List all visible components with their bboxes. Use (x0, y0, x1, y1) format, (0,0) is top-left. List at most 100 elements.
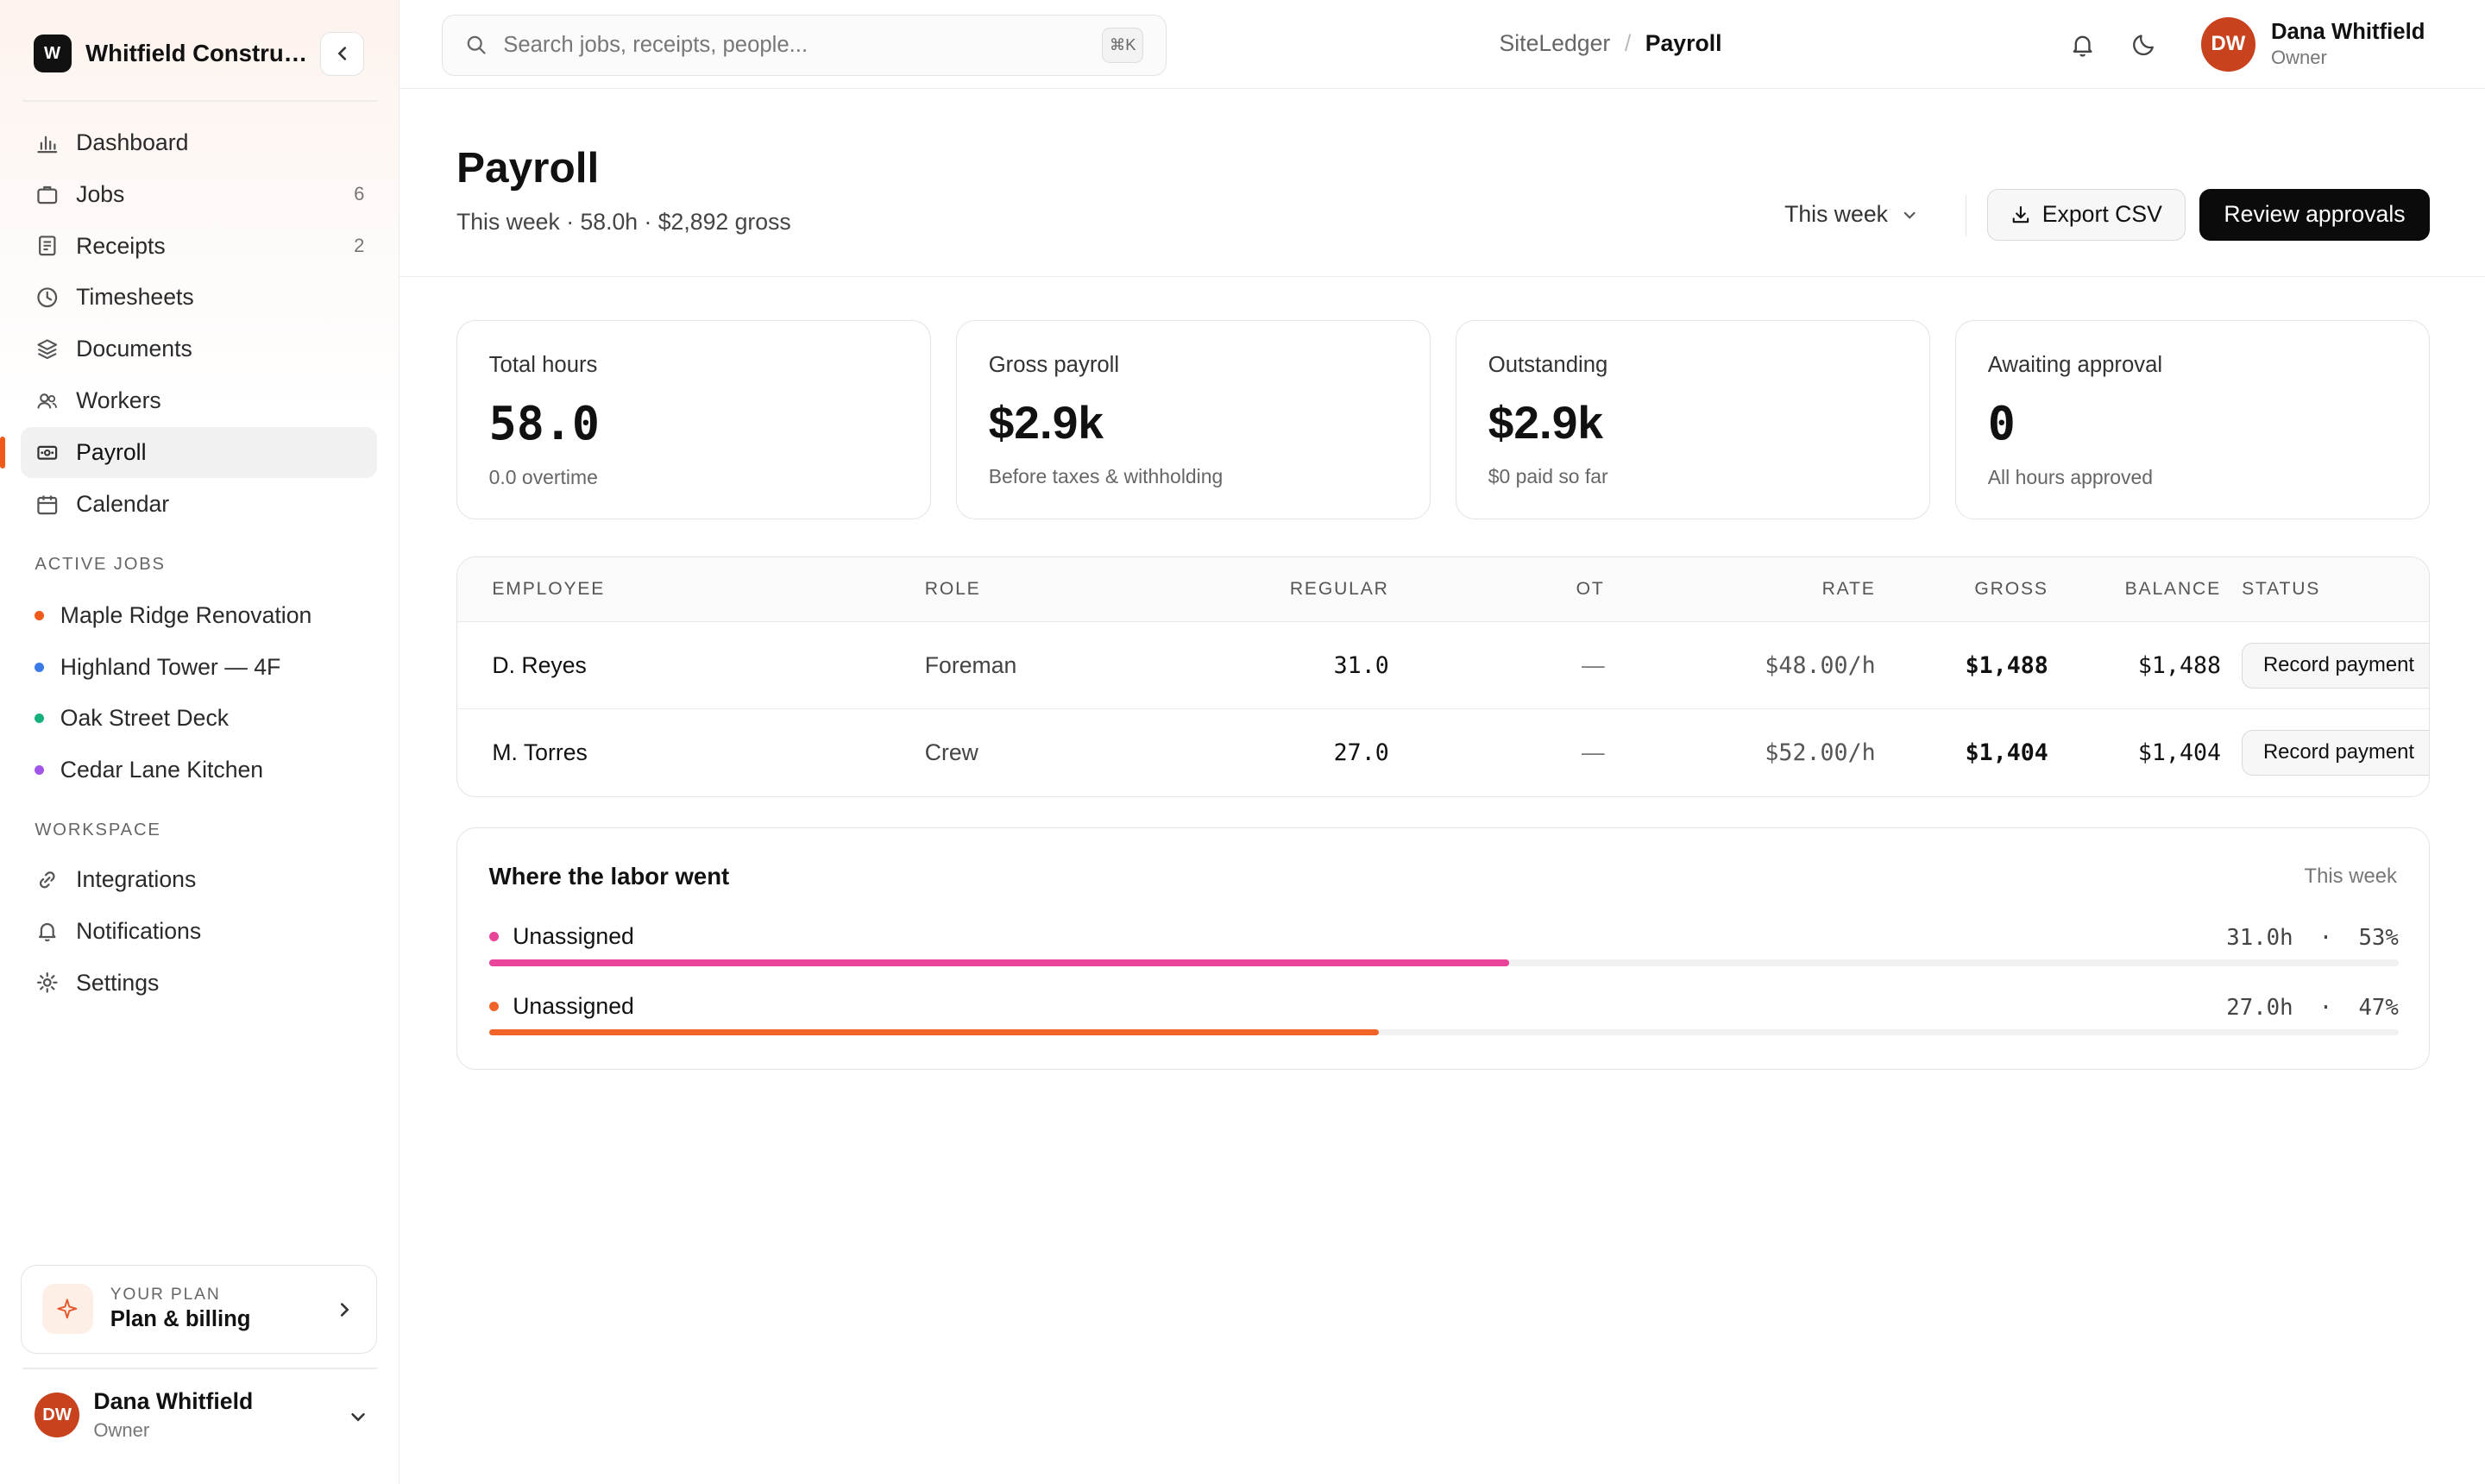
employee-name[interactable]: M. Torres (492, 739, 587, 766)
hourly-rate: $48.00/h (1765, 651, 1876, 679)
column-header-rate[interactable]: RATE (1822, 579, 1876, 600)
overtime-hours: — (1581, 739, 1605, 765)
search-icon (465, 34, 488, 56)
stat-label: Outstanding (1488, 352, 1608, 377)
column-header-status[interactable]: STATUS (2242, 579, 2320, 600)
bell-icon (35, 919, 60, 944)
labor-row-label: Unassigned (513, 922, 634, 949)
labor-breakdown-card: Where the labor went This week Unassigne… (456, 827, 2430, 1070)
stat-value: 0 (1987, 396, 2016, 450)
gear-icon (35, 970, 60, 995)
workspace-switcher[interactable]: W Whitfield Construc... (22, 30, 365, 78)
sidebar-item-integrations[interactable]: Integrations (21, 854, 377, 905)
stat-label: Gross payroll (988, 352, 1120, 377)
export-csv-label: Export CSV (2041, 201, 2162, 228)
sidebar-item-label: Payroll (76, 438, 147, 465)
employee-name[interactable]: D. Reyes (492, 652, 587, 679)
sidebar-item-timesheets[interactable]: Timesheets (21, 272, 377, 323)
sidebar-item-dashboard[interactable]: Dashboard (21, 117, 377, 168)
page-subtitle: This week · 58.0h · $2,892 gross (456, 209, 791, 236)
sidebar-item-payroll[interactable]: Payroll (0, 427, 378, 478)
labor-progress-track (488, 959, 2399, 966)
stat-note: Before taxes & withholding (988, 465, 1224, 488)
column-header-regular[interactable]: REGULAR (1290, 579, 1389, 600)
overtime-hours: — (1581, 651, 1605, 678)
employee-role: Foreman (924, 651, 1017, 678)
page-title: Payroll (456, 143, 600, 192)
sidebar-item-label: Documents (76, 336, 192, 362)
period-select[interactable]: This week (1784, 201, 1918, 228)
clock-icon (35, 285, 60, 310)
column-header-role[interactable]: ROLE (925, 579, 981, 600)
sidebar-item-calendar[interactable]: Calendar (21, 479, 377, 530)
stat-label: Total hours (488, 352, 598, 377)
workspace-name: Whitfield Construc... (85, 40, 314, 67)
job-color-dot (35, 662, 45, 672)
sidebar-item-settings[interactable]: Settings (21, 958, 377, 1009)
account-menu[interactable]: DW Dana Whitfield Owner (2201, 17, 2425, 72)
labor-progress-fill (488, 959, 1509, 966)
record-payment-button[interactable]: Record payment (2242, 642, 2429, 689)
user-menu[interactable]: DW Dana Whitfield Owner (35, 1383, 368, 1446)
column-header-gross[interactable]: GROSS (1974, 579, 2048, 600)
breadcrumb: SiteLedger / Payroll (1500, 30, 1722, 57)
sidebar-item-label: Workers (76, 387, 161, 414)
job-item-maple-ridge[interactable]: Maple Ridge Renovation (21, 589, 377, 641)
collapse-sidebar-button[interactable] (320, 31, 365, 77)
notifications-bell-icon[interactable] (2067, 28, 2098, 60)
sidebar-item-jobs[interactable]: Jobs 6 (21, 169, 377, 220)
search-box[interactable]: ⌘K (442, 14, 1167, 77)
briefcase-icon (35, 181, 60, 206)
sidebar-divider (22, 1368, 378, 1369)
breadcrumb-separator: / (1624, 29, 1632, 56)
page-header: Payroll This week · 58.0h · $2,892 gross… (399, 89, 2485, 278)
top-bar: ⌘K SiteLedger / Payroll DW Dana Whitfiel… (399, 0, 2485, 89)
job-color-dot (35, 714, 45, 724)
active-jobs-list: Maple Ridge Renovation Highland Tower — … (21, 589, 377, 796)
job-item-oak-street[interactable]: Oak Street Deck (21, 693, 377, 745)
sidebar-item-label: Notifications (76, 917, 202, 944)
link-icon (35, 867, 60, 892)
sidebar-item-documents[interactable]: Documents (21, 324, 377, 374)
users-icon (35, 388, 60, 413)
user-role: Owner (93, 1419, 150, 1442)
review-approvals-button[interactable]: Review approvals (2199, 188, 2430, 242)
hourly-rate: $52.00/h (1765, 739, 1876, 766)
chart-icon (35, 130, 60, 155)
balance-due: $1,488 (2137, 651, 2222, 679)
job-item-label: Maple Ridge Renovation (60, 601, 312, 628)
table-row[interactable]: D. Reyes Foreman 31.0 — $48.00/h $1,488 … (456, 622, 2429, 709)
search-input[interactable] (503, 32, 1074, 58)
breadcrumb-root[interactable]: SiteLedger (1500, 30, 1611, 57)
labor-progress-track (488, 1029, 2399, 1036)
job-color-dot (35, 765, 45, 776)
moon-icon[interactable] (2129, 28, 2161, 60)
job-item-highland-tower[interactable]: Highland Tower — 4F (21, 641, 377, 693)
gross-pay: $1,488 (1965, 651, 2048, 679)
sidebar-item-label: Jobs (76, 180, 125, 207)
chevron-down-icon (349, 1404, 368, 1433)
table-row[interactable]: M. Torres Crew 27.0 — $52.00/h $1,404 $1… (457, 709, 2429, 796)
record-payment-button[interactable]: Record payment (2242, 729, 2429, 777)
labor-row-percent: 47% (2358, 994, 2399, 1021)
workspace-heading: WORKSPACE (35, 821, 161, 840)
period-select-value: This week (1784, 201, 1888, 228)
export-csv-button[interactable]: Export CSV (1987, 188, 2186, 242)
plan-billing-card[interactable]: YOUR PLAN Plan & billing (20, 1264, 378, 1354)
column-header-employee[interactable]: EMPLOYEE (492, 579, 605, 600)
column-header-balance[interactable]: BALANCE (2125, 579, 2221, 600)
user-name: Dana Whitfield (93, 1387, 254, 1414)
chevron-left-icon (337, 47, 346, 61)
user-name: Dana Whitfield (2270, 20, 2425, 44)
user-role: Owner (2270, 46, 2327, 68)
active-indicator (0, 437, 5, 468)
sidebar-item-receipts[interactable]: Receipts 2 (21, 221, 377, 272)
sidebar-item-notifications[interactable]: Notifications (21, 906, 377, 957)
column-header-ot[interactable]: OT (1576, 579, 1605, 600)
job-item-label: Oak Street Deck (60, 705, 230, 732)
sidebar-item-workers[interactable]: Workers (21, 375, 377, 426)
avatar: DW (2201, 17, 2255, 72)
job-item-cedar-lane[interactable]: Cedar Lane Kitchen (21, 745, 377, 796)
sidebar-item-label: Settings (76, 969, 160, 996)
labor-color-dot (488, 931, 499, 941)
